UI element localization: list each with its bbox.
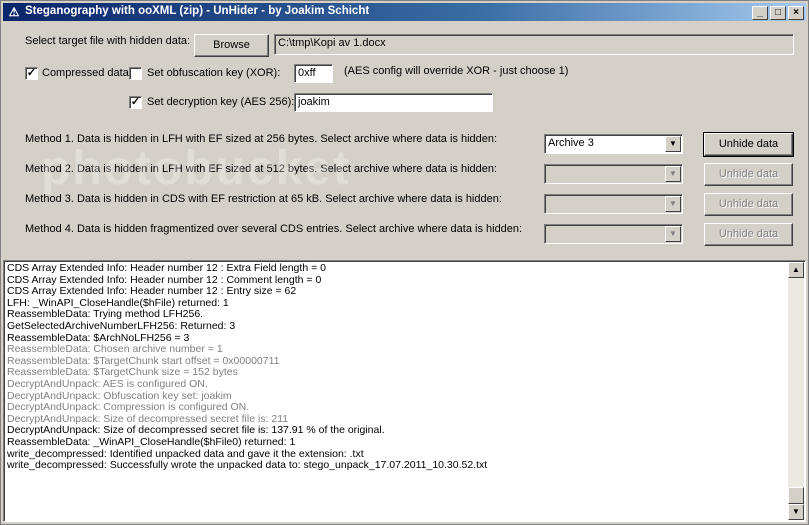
- log-line: write_decompressed: Successfully wrote t…: [7, 459, 488, 472]
- method-3-archive-select[interactable]: ▼: [544, 194, 683, 214]
- aes-key-input[interactable]: joakim: [294, 93, 493, 112]
- scroll-thumb[interactable]: [788, 487, 804, 504]
- method-1-selected: Archive 3: [548, 137, 594, 149]
- obfuscation-checkbox[interactable]: [129, 67, 142, 80]
- maximize-button[interactable]: □: [770, 6, 786, 20]
- chevron-down-icon[interactable]: ▼: [665, 136, 681, 152]
- log-line: GetSelectedArchiveNumberLFH256: Returned…: [7, 319, 236, 332]
- method-4-label: Method 4. Data is hidden fragmentized ov…: [25, 223, 523, 235]
- decryption-label: Set decryption key (AES 256):: [147, 96, 295, 108]
- target-file-label: Select target file with hidden data:: [25, 35, 191, 47]
- aes-override-note: (AES config will override XOR - just cho…: [344, 65, 569, 77]
- log-output[interactable]: CDS Array Extended Info: Header number 1…: [3, 260, 806, 522]
- unhide-method-1-button[interactable]: Unhide data: [703, 132, 794, 157]
- xor-key-input[interactable]: 0xff: [294, 64, 333, 83]
- main-window: ⚠ Steganography with ooXML (zip) - UnHid…: [0, 0, 809, 525]
- log-scrollbar[interactable]: ▲ ▼: [788, 262, 804, 520]
- window-title: Steganography with ooXML (zip) - UnHider…: [25, 5, 370, 17]
- method-3-label: Method 3. Data is hidden in CDS with EF …: [25, 193, 502, 205]
- method-2-archive-select[interactable]: ▼: [544, 164, 683, 184]
- method-1-label: Method 1. Data is hidden in LFH with EF …: [25, 133, 498, 145]
- method-2-label: Method 2. Data is hidden in LFH with EF …: [25, 163, 498, 175]
- chevron-down-icon[interactable]: ▼: [665, 166, 681, 182]
- compressed-label: Compressed data: [42, 67, 129, 79]
- log-line: ReassembleData: _WinAPI_CloseHandle($hFi…: [7, 435, 296, 448]
- target-path-field[interactable]: C:\tmp\Kopi av 1.docx: [274, 34, 794, 55]
- unhide-method-4-button[interactable]: Unhide data: [704, 223, 793, 246]
- app-icon[interactable]: ⚠: [7, 5, 21, 19]
- arrow-up-icon[interactable]: ▲: [788, 262, 804, 278]
- browse-button[interactable]: Browse: [194, 34, 269, 57]
- unhide-method-2-button[interactable]: Unhide data: [704, 163, 793, 186]
- unhide-method-3-button[interactable]: Unhide data: [704, 193, 793, 216]
- arrow-down-icon[interactable]: ▼: [788, 504, 804, 520]
- compressed-checkbox[interactable]: ✓: [25, 67, 38, 80]
- log-lines: CDS Array Extended Info: Header number 1…: [7, 262, 787, 472]
- method-4-archive-select[interactable]: ▼: [544, 224, 683, 244]
- log-line: CDS Array Extended Info: Header number 1…: [7, 262, 326, 274]
- minimize-button[interactable]: _: [752, 6, 768, 20]
- decryption-checkbox[interactable]: ✓: [129, 96, 142, 109]
- obfuscation-label: Set obfuscation key (XOR):: [147, 67, 281, 79]
- log-line: DecryptAndUnpack: AES is configured ON.: [7, 377, 208, 390]
- method-1-archive-select[interactable]: Archive 3 ▼: [544, 134, 683, 154]
- close-button[interactable]: ×: [788, 6, 804, 20]
- log-line: ReassembleData: Chosen archive number = …: [7, 343, 223, 356]
- title-bar[interactable]: ⚠ Steganography with ooXML (zip) - UnHid…: [3, 3, 806, 21]
- chevron-down-icon[interactable]: ▼: [665, 196, 681, 212]
- chevron-down-icon[interactable]: ▼: [665, 226, 681, 242]
- log-line: DecryptAndUnpack: Compression is configu…: [7, 401, 250, 414]
